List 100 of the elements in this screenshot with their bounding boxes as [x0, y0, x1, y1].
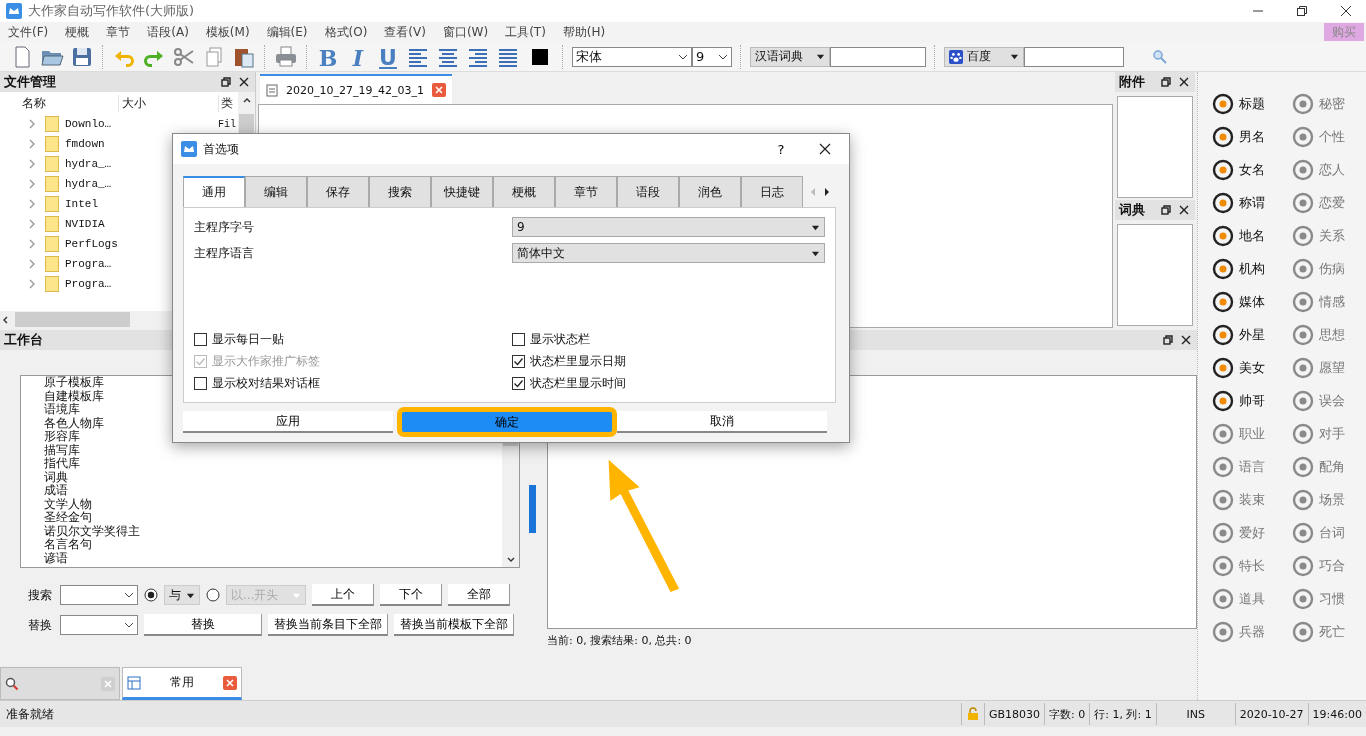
- list-item[interactable]: 圣经金句: [44, 511, 502, 525]
- menu-item[interactable]: 语段(A): [147, 23, 189, 41]
- menu-item[interactable]: 章节: [106, 23, 131, 41]
- dialog-tab[interactable]: 语段: [617, 176, 679, 207]
- list-item[interactable]: 名言名句: [44, 538, 502, 552]
- checkbox-label[interactable]: 显示校对结果对话框: [212, 374, 320, 392]
- format-button[interactable]: B: [316, 44, 340, 69]
- float-icon[interactable]: [1161, 77, 1171, 87]
- dialog-button[interactable]: 取消: [617, 411, 827, 433]
- menu-item[interactable]: 文件(F): [8, 23, 49, 41]
- column-header[interactable]: 类: [219, 94, 233, 112]
- checkbox-label[interactable]: 状态栏里显示时间: [530, 374, 626, 392]
- float-icon[interactable]: [1163, 335, 1173, 345]
- menu-item[interactable]: 查看(V): [384, 23, 426, 41]
- dialog-button[interactable]: 确定: [401, 411, 613, 433]
- font-combo[interactable]: 宋体: [572, 46, 692, 67]
- web-search-input[interactable]: [1024, 46, 1124, 67]
- mode-dropdown[interactable]: 与: [164, 585, 200, 605]
- bottom-tab[interactable]: 常用: [122, 667, 242, 700]
- checkbox-label[interactable]: 状态栏里显示日期: [530, 352, 626, 370]
- close-icon[interactable]: [819, 143, 831, 155]
- dialog-tab[interactable]: 编辑: [245, 176, 307, 207]
- menu-item[interactable]: 格式(O): [324, 23, 368, 41]
- format-button[interactable]: I: [346, 44, 370, 69]
- radio-button[interactable]: [144, 588, 158, 602]
- menu-item[interactable]: 模板(M): [205, 23, 250, 41]
- checkbox[interactable]: [512, 354, 525, 368]
- dialog-tab[interactable]: 章节: [555, 176, 617, 207]
- file-name[interactable]: hydra_…: [65, 178, 112, 190]
- search-nav-button[interactable]: 全部: [448, 584, 510, 606]
- menu-item[interactable]: 帮助(H): [562, 23, 606, 41]
- file-name[interactable]: Progra…: [65, 258, 112, 270]
- search-nav-button[interactable]: 上个: [312, 584, 374, 606]
- file-name[interactable]: Intel: [65, 198, 98, 210]
- dialog-tab[interactable]: 梗概: [493, 176, 555, 207]
- chevron-down-icon[interactable]: [124, 590, 134, 600]
- search-nav-button[interactable]: 下个: [380, 584, 442, 606]
- restore-icon[interactable]: [1296, 5, 1308, 17]
- dialog-tab[interactable]: 通用: [183, 176, 245, 207]
- color-swatch-icon[interactable]: [532, 48, 548, 65]
- search-engine-dropdown[interactable]: 百度: [944, 46, 1024, 67]
- replace-button[interactable]: 替换当前模板下全部: [394, 614, 514, 636]
- menu-item[interactable]: 窗口(W): [442, 23, 489, 41]
- replace-button[interactable]: 替换当前条目下全部: [268, 614, 388, 636]
- checkbox[interactable]: [194, 332, 207, 346]
- palette-item[interactable]: 机构: [1211, 252, 1291, 285]
- setting-dropdown[interactable]: 简体中文: [512, 243, 825, 263]
- palette-item[interactable]: 标题: [1211, 87, 1291, 120]
- dialog-tab[interactable]: 保存: [307, 176, 369, 207]
- menu-item[interactable]: 梗概: [65, 23, 90, 41]
- file-name[interactable]: fmdown: [65, 138, 105, 150]
- checkbox[interactable]: [194, 376, 207, 390]
- printer-icon[interactable]: [274, 44, 298, 69]
- menu-item[interactable]: 编辑(E): [266, 23, 308, 41]
- caret-icon[interactable]: [816, 52, 825, 61]
- close-icon[interactable]: [1179, 77, 1189, 87]
- palette-item[interactable]: 称谓: [1211, 186, 1291, 219]
- dialog-tab[interactable]: 搜索: [369, 176, 431, 207]
- caret-icon[interactable]: [1010, 52, 1019, 61]
- palette-item[interactable]: 媒体: [1211, 285, 1291, 318]
- checkbox[interactable]: [512, 376, 525, 390]
- palette-item[interactable]: 帅哥: [1211, 384, 1291, 417]
- dialog-tab[interactable]: 润色: [679, 176, 741, 207]
- list-item[interactable]: 文学人物: [44, 497, 502, 511]
- column-header[interactable]: 名称: [0, 94, 119, 112]
- document-tab[interactable]: 2020_10_27_19_42_03_1: [260, 74, 452, 104]
- dictionary-dropdown[interactable]: 汉语词典: [750, 46, 830, 67]
- file-name[interactable]: Progra…: [65, 278, 112, 290]
- list-item[interactable]: 成语: [44, 484, 502, 498]
- menu-item[interactable]: 工具(T): [505, 23, 546, 41]
- close-icon[interactable]: [1181, 335, 1191, 345]
- close-icon[interactable]: [1179, 205, 1189, 215]
- checkbox-label[interactable]: 显示状态栏: [530, 330, 590, 348]
- list-item[interactable]: 词典: [44, 470, 502, 484]
- file-name[interactable]: Downlo…: [65, 118, 112, 130]
- close-icon[interactable]: [1340, 5, 1352, 17]
- splitter-handle[interactable]: [529, 485, 536, 533]
- list-item[interactable]: 指代库: [44, 457, 502, 471]
- close-icon[interactable]: [239, 77, 249, 87]
- list-item[interactable]: 诺贝尔文学奖得主: [44, 524, 502, 538]
- palette-item[interactable]: 地名: [1211, 219, 1291, 252]
- setting-dropdown[interactable]: 9: [512, 217, 825, 237]
- column-header[interactable]: 大小: [119, 94, 219, 112]
- scroll-right-icon[interactable]: [823, 187, 831, 197]
- replace-button[interactable]: 替换: [144, 614, 262, 636]
- dialog-tab[interactable]: 快捷键: [431, 176, 493, 207]
- help-button[interactable]: ?: [769, 140, 793, 158]
- file-name[interactable]: NVIDIA: [65, 218, 105, 230]
- list-item[interactable]: 描写库: [44, 443, 502, 457]
- format-button[interactable]: U: [376, 44, 400, 69]
- float-icon[interactable]: [221, 77, 231, 87]
- file-name[interactable]: PerfLogs: [65, 238, 118, 250]
- palette-item[interactable]: 外星: [1211, 318, 1291, 351]
- font-size-combo[interactable]: 9: [692, 46, 732, 67]
- dialog-button[interactable]: 应用: [183, 411, 393, 433]
- checkbox[interactable]: [512, 332, 525, 346]
- palette-item[interactable]: 美女: [1211, 351, 1291, 384]
- chevron-down-icon[interactable]: [124, 620, 134, 630]
- float-icon[interactable]: [1161, 205, 1171, 215]
- palette-item[interactable]: 女名: [1211, 153, 1291, 186]
